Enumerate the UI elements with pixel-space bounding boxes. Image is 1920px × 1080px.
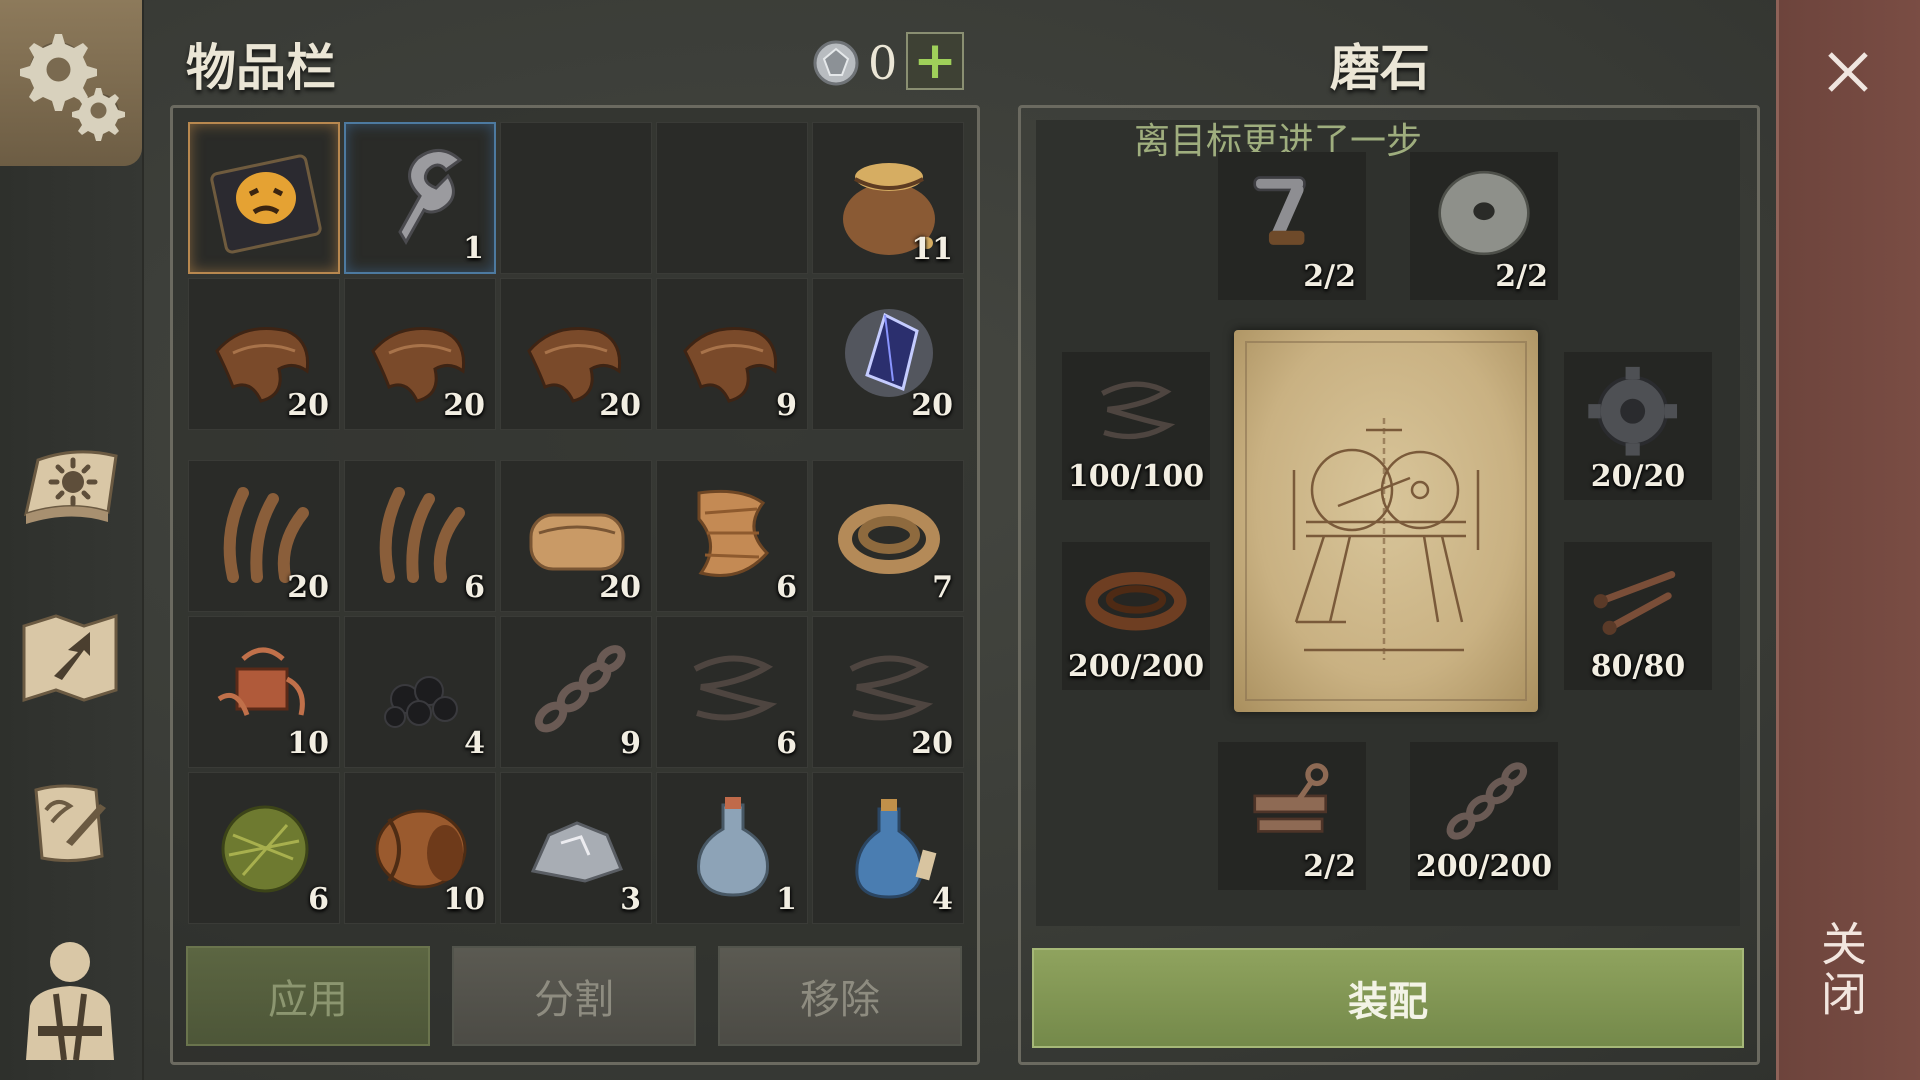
item-count: 20 [911,726,953,761]
item-count: 6 [308,882,329,917]
grindstone-wheel-icon [1438,170,1530,256]
inventory-slot[interactable]: 7 [812,460,964,612]
inventory-title: 物品栏 [186,38,336,97]
component-count: 200/200 [1415,849,1553,884]
inventory-slot-empty[interactable] [656,122,808,274]
inventory-slot[interactable]: 10 [344,772,496,924]
recipe-book-icon [210,154,322,254]
item-count: 3 [620,882,641,917]
close-icon[interactable] [1824,48,1872,96]
apply-button[interactable]: 应用 [186,946,430,1046]
inventory-slot[interactable]: 9 [500,616,652,768]
item-count: 9 [620,726,641,761]
currency-value: 0 [868,36,898,90]
item-count: 20 [443,388,485,423]
gem-coin-icon [813,40,859,86]
nails-icon [1593,571,1676,635]
item-count: 11 [911,232,953,267]
item-count: 20 [599,388,641,423]
inventory-slot[interactable]: 4 [812,772,964,924]
inventory-slot[interactable]: 1 [656,772,808,924]
character-icon[interactable] [16,930,124,1070]
inventory-slot[interactable]: 4 [344,616,496,768]
component-slot[interactable]: 200/200 [1410,742,1558,890]
inventory-slot[interactable]: 20 [188,460,340,612]
item-count: 1 [463,231,484,266]
item-count: 6 [776,570,797,605]
wire-icon [1101,381,1176,440]
component-count: 2/2 [1303,259,1356,294]
close-label[interactable]: 关闭 [1814,920,1874,1020]
inventory-slot[interactable]: 20 [344,278,496,430]
inventory-slot[interactable]: 20 [500,460,652,612]
side-menu [0,0,144,1080]
remove-button[interactable]: 移除 [718,946,962,1046]
add-currency-button[interactable]: + [906,32,964,90]
item-count: 20 [287,570,329,605]
inventory-slot[interactable]: 20 [812,278,964,430]
item-count: 10 [443,882,485,917]
leather-strap-icon [1085,571,1187,631]
inventory-slot[interactable]: 6 [344,460,496,612]
component-slot[interactable]: 100/100 [1062,352,1210,500]
component-slot[interactable]: 2/2 [1218,742,1366,890]
inventory-slot-empty[interactable] [500,122,652,274]
inventory-slot[interactable]: 20 [812,616,964,768]
item-count: 20 [599,570,641,605]
component-slot[interactable]: 80/80 [1564,542,1712,690]
close-panel[interactable] [1776,0,1920,1080]
component-count: 2/2 [1303,849,1356,884]
item-count: 7 [932,570,953,605]
crafting-title: 磨石 [1330,38,1430,97]
item-count: 6 [776,726,797,761]
inventory-slot[interactable]: 6 [188,772,340,924]
inventory-slot[interactable]: 11 [812,122,964,274]
blueprint-drawing-icon [1245,341,1527,701]
settings-gear-icon [20,34,125,141]
inventory-slot[interactable]: 20 [188,278,340,430]
component-slot[interactable]: 2/2 [1218,152,1366,300]
journal-scroll-icon[interactable] [16,772,124,880]
item-count: 20 [911,388,953,423]
crank-handle-icon [1253,176,1306,245]
item-count: 4 [464,726,485,761]
currency-display: 0 [812,36,897,90]
item-count: 20 [287,388,329,423]
component-count: 2/2 [1495,259,1548,294]
inventory-slot[interactable]: 6 [656,460,808,612]
map-icon[interactable] [16,604,124,712]
inventory-slot[interactable]: 3 [500,772,652,924]
split-button[interactable]: 分割 [452,946,696,1046]
component-slot[interactable]: 20/20 [1564,352,1712,500]
component-count: 20/20 [1590,459,1686,494]
inventory-slot[interactable]: 10 [188,616,340,768]
item-count: 6 [464,570,485,605]
item-count: 1 [776,882,797,917]
grindstone-blueprint [1234,330,1538,712]
component-count: 100/100 [1067,459,1205,494]
gear-part-icon [1588,366,1678,456]
item-count: 4 [932,882,953,917]
metal-frame-icon [1253,763,1329,833]
item-count: 10 [287,726,329,761]
assemble-button[interactable]: 装配 [1032,948,1744,1048]
component-slot[interactable]: 200/200 [1062,542,1210,690]
component-slot[interactable]: 2/2 [1410,152,1558,300]
inventory-slot[interactable]: 9 [656,278,808,430]
item-count: 9 [776,388,797,423]
component-count: 80/80 [1590,649,1686,684]
chain-icon [1446,762,1528,840]
crafting-book-icon[interactable] [16,436,124,544]
inventory-slot[interactable]: 20 [500,278,652,430]
component-count: 200/200 [1067,649,1205,684]
settings-tab[interactable] [0,0,142,166]
inventory-slot[interactable] [188,122,340,274]
inventory-slot[interactable]: 6 [656,616,808,768]
inventory-slot[interactable]: 1 [344,122,496,274]
